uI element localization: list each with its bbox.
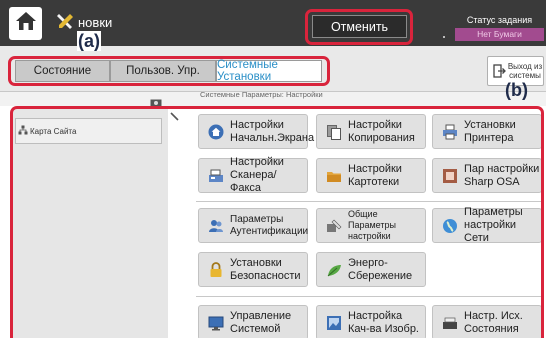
image-quality-icon xyxy=(326,315,342,331)
logout-icon xyxy=(491,64,507,78)
monitor-icon xyxy=(208,315,224,331)
tile-line1: Настройки xyxy=(348,162,402,175)
tile-line1: Управление xyxy=(230,309,292,322)
tile-line2: Принтера xyxy=(464,131,514,144)
sharp-osa-settings-button[interactable]: Пар настройки Sharp OSA xyxy=(432,158,542,193)
sitemap-label: Карта Сайта xyxy=(30,126,77,136)
tile-line1: Настройки xyxy=(348,118,402,131)
tile-line2: Начальн.Экрана xyxy=(230,131,315,144)
home-icon xyxy=(208,124,224,140)
status-dot xyxy=(443,36,445,38)
restore-defaults-button[interactable]: Настр. Исх. Состояния xyxy=(432,305,542,338)
tile-line1: Установки xyxy=(230,256,282,269)
network-settings-button[interactable]: Параметры настройки Сети xyxy=(432,206,542,244)
tile-line1: Настр. Исх. xyxy=(464,309,523,322)
tile-line1: Общие Параметры xyxy=(348,209,396,230)
osa-icon xyxy=(442,168,458,184)
tile-line2: настройки Сети xyxy=(464,219,517,244)
cancel-button[interactable]: Отменить xyxy=(312,15,407,38)
job-status-badge: Нет Бумаги xyxy=(455,28,544,41)
document-filing-settings-button[interactable]: Настройки Картотеки xyxy=(316,158,426,193)
tile-line1: Установки xyxy=(464,118,516,131)
breadcrumb: Системные Параметры: Настройки xyxy=(200,90,323,99)
tile-line2: Сбережение xyxy=(348,269,413,282)
sidebar-item-sitemap[interactable]: Карта Сайта xyxy=(15,118,162,144)
job-status-title: Статус задания xyxy=(466,15,533,25)
annotation-label-a: (a) xyxy=(77,31,101,51)
tile-line2: Sharp OSA xyxy=(464,175,520,188)
tile-line1: Параметры xyxy=(464,206,523,218)
restore-defaults-icon xyxy=(442,315,458,331)
scanner-fax-settings-button[interactable]: Настройки Сканера/Факса xyxy=(198,156,308,194)
sidebar-gutter xyxy=(168,109,182,338)
common-settings-button[interactable]: Общие Параметры настройки xyxy=(316,208,426,243)
sitemap-icon xyxy=(18,125,28,137)
home-screen-settings-button[interactable]: Настройки Начальн.Экрана xyxy=(198,114,314,149)
image-quality-button[interactable]: Настройка Кач-ва Изобр. xyxy=(316,305,426,338)
authentication-settings-button[interactable]: Параметры Аутентификации xyxy=(198,208,308,243)
tab-status[interactable]: Состояние xyxy=(15,60,110,82)
lock-icon xyxy=(208,261,224,278)
logout-label-line1: Выход из xyxy=(507,62,543,71)
collapse-sidebar-icon[interactable] xyxy=(170,109,180,127)
tile-line1: Пар настройки xyxy=(464,162,540,175)
wrench-screwdriver-icon xyxy=(54,11,76,38)
tile-line1: Настройки xyxy=(230,156,284,168)
users-icon xyxy=(208,218,224,234)
tab-system-settings[interactable]: Системные Установки xyxy=(216,59,322,83)
job-status-button[interactable]: Статус задания Нет Бумаги xyxy=(455,14,544,42)
energy-save-button[interactable]: Энерго- Сбережение xyxy=(316,252,426,287)
printer-settings-button[interactable]: Установки Принтера xyxy=(432,114,542,149)
tile-line1: Параметры xyxy=(230,213,284,225)
annotation-label-b: (b) xyxy=(505,80,528,100)
group-divider xyxy=(196,296,542,297)
copy-icon xyxy=(326,124,342,140)
common-settings-icon xyxy=(326,218,342,234)
tile-line2: Кач-ва Изобр. xyxy=(348,322,419,335)
copy-settings-button[interactable]: Настройки Копирования xyxy=(316,114,426,149)
tile-line2: Состояния xyxy=(464,322,519,335)
tools-button[interactable] xyxy=(52,11,78,37)
network-globe-icon xyxy=(442,218,458,234)
tile-line2: Картотеки xyxy=(348,175,400,188)
tile-line2: Аутентификации xyxy=(230,225,309,237)
tile-line1: Настройки xyxy=(230,118,284,131)
scanner-icon xyxy=(208,168,224,184)
tile-line1: Настройка xyxy=(348,309,403,322)
home-icon xyxy=(14,10,38,37)
tab-bar: Состояние Пользов. Упр. Системные Устано… xyxy=(0,46,546,92)
security-settings-button[interactable]: Установки Безопасности xyxy=(198,252,308,287)
group-divider xyxy=(196,201,542,202)
logout-label-line2: системы xyxy=(509,71,541,80)
leaf-icon xyxy=(326,262,342,278)
tile-line2: настройки xyxy=(348,231,391,241)
tile-line2: Сканера/Факса xyxy=(230,169,277,194)
tab-user-control[interactable]: Пользов. Упр. xyxy=(110,60,216,82)
tile-line2: Копирования xyxy=(348,131,415,144)
tile-line1: Энерго- xyxy=(348,256,388,269)
tile-line2: Безопасности xyxy=(230,269,301,282)
home-button[interactable] xyxy=(9,7,42,40)
folder-icon xyxy=(326,168,342,184)
tile-line2: Системой xyxy=(230,322,281,335)
printer-icon xyxy=(442,124,458,140)
page-title: новки xyxy=(78,15,113,30)
system-control-button[interactable]: Управление Системой xyxy=(198,305,308,338)
